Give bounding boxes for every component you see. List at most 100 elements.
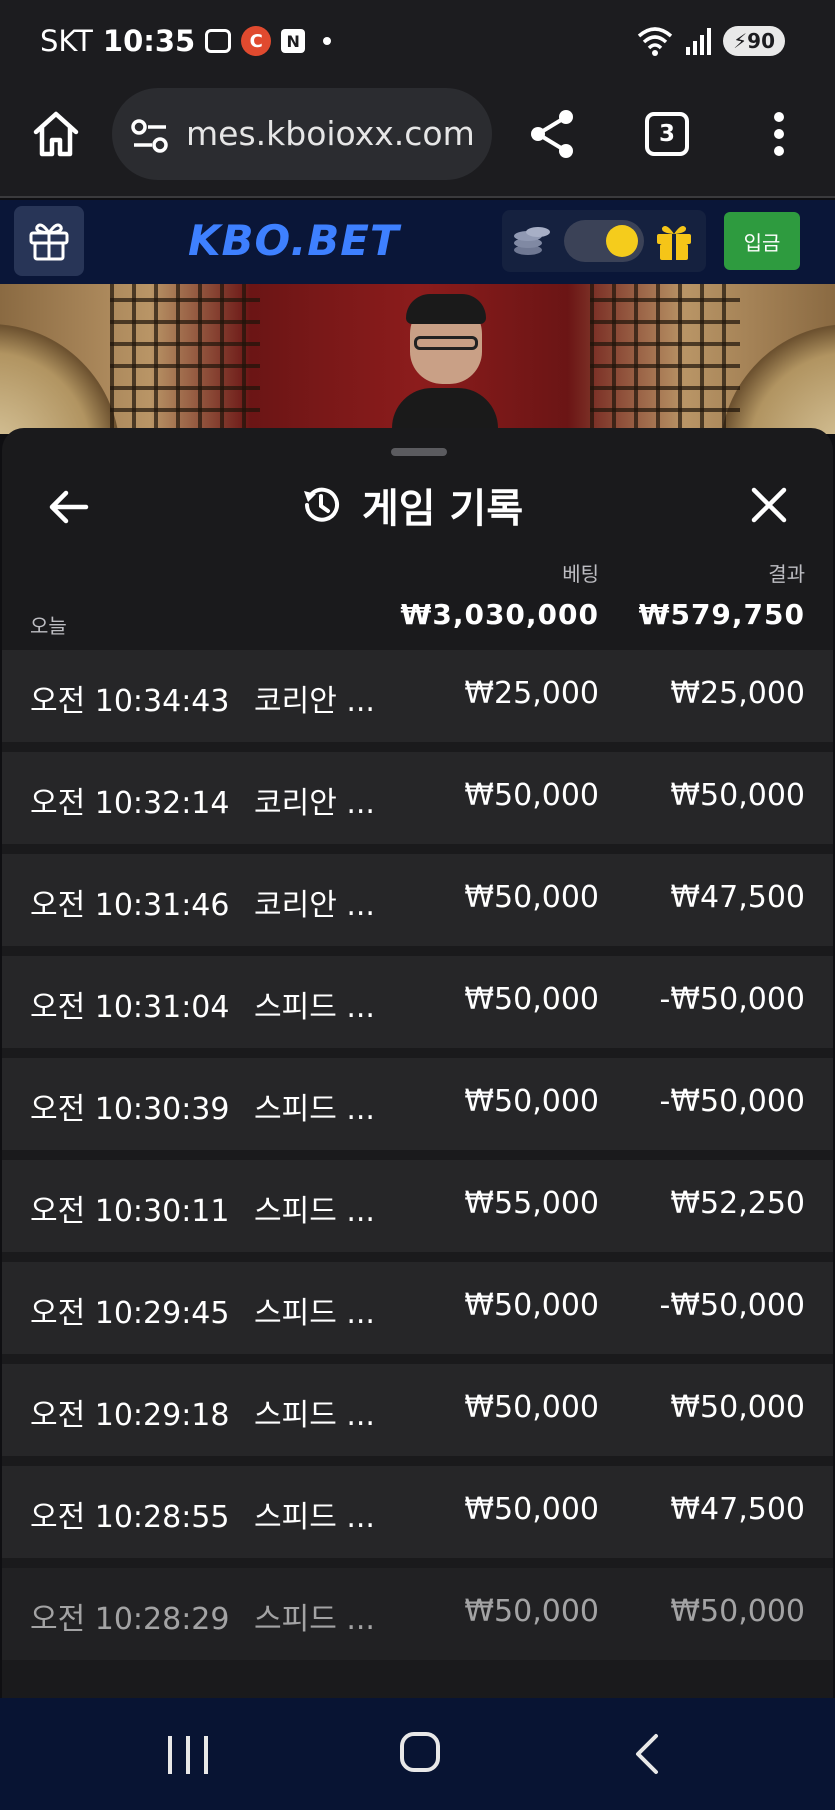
row-bet: ₩25,000 bbox=[464, 676, 599, 711]
row-result: ₩47,500 bbox=[670, 1492, 805, 1527]
more-notifications-dot bbox=[323, 37, 332, 45]
status-right: ⚡ 90 bbox=[635, 26, 785, 56]
battery-indicator: ⚡ 90 bbox=[723, 26, 785, 56]
row-bet: ₩50,000 bbox=[464, 778, 599, 813]
row-result: ₩25,000 bbox=[670, 676, 805, 711]
row-result: -₩50,000 bbox=[659, 982, 805, 1017]
history-list: 오전 10:34:43 코리안 ... ₩25,000 ₩25,000 오전 1… bbox=[2, 650, 833, 1670]
share-icon[interactable] bbox=[528, 108, 576, 160]
row-game: 코리안 ... bbox=[254, 786, 375, 821]
table-row[interactable]: 오전 10:29:18 스피드 ... ₩50,000 ₩50,000 bbox=[2, 1364, 833, 1456]
table-row[interactable]: 오전 10:30:39 스피드 ... ₩50,000 -₩50,000 bbox=[2, 1058, 833, 1150]
table-row[interactable]: 오전 10:34:43 코리안 ... ₩25,000 ₩25,000 bbox=[2, 650, 833, 742]
home-icon[interactable] bbox=[30, 108, 82, 160]
row-result: -₩50,000 bbox=[659, 1084, 805, 1119]
header-tools bbox=[502, 210, 706, 272]
carrier-label: SKT bbox=[40, 24, 93, 58]
row-bet: ₩50,000 bbox=[464, 1594, 599, 1629]
row-game: 코리안 ... bbox=[254, 684, 375, 719]
row-game: 스피드 ... bbox=[254, 990, 375, 1025]
table-row[interactable]: 오전 10:32:14 코리안 ... ₩50,000 ₩50,000 bbox=[2, 752, 833, 844]
address-bar[interactable]: mes.kboioxx.com bbox=[112, 88, 492, 180]
status-time: 10:35 bbox=[102, 24, 196, 58]
row-game: 스피드 ... bbox=[254, 1398, 375, 1433]
total-result: ₩579,750 bbox=[638, 598, 805, 631]
theme-toggle-icon bbox=[606, 225, 638, 257]
nav-home-icon[interactable] bbox=[400, 1732, 440, 1772]
promotions-button[interactable] bbox=[14, 206, 84, 276]
row-time: 오전 10:30:39 bbox=[30, 1092, 230, 1127]
row-time: 오전 10:31:46 bbox=[30, 888, 230, 923]
row-result: ₩47,500 bbox=[670, 880, 805, 915]
table-row[interactable]: 오전 10:28:29 스피드 ... ₩50,000 ₩50,000 bbox=[2, 1568, 833, 1660]
page-title: 게임 기록 bbox=[362, 486, 524, 532]
screenshot-icon bbox=[205, 29, 232, 53]
row-game: 스피드 ... bbox=[254, 1602, 375, 1637]
row-time: 오전 10:28:55 bbox=[30, 1500, 230, 1535]
table-row[interactable]: 오전 10:30:11 스피드 ... ₩55,000 ₩52,250 bbox=[2, 1160, 833, 1252]
row-bet: ₩50,000 bbox=[464, 1492, 599, 1527]
wifi-icon bbox=[637, 27, 673, 56]
video-background bbox=[590, 284, 740, 434]
table-row[interactable]: 오전 10:28:55 스피드 ... ₩50,000 ₩47,500 bbox=[2, 1466, 833, 1558]
result-column-header: 결과 bbox=[768, 562, 805, 586]
row-game: 스피드 ... bbox=[254, 1194, 375, 1229]
tab-switcher-button[interactable]: 3 bbox=[645, 112, 689, 156]
video-background bbox=[110, 284, 260, 434]
table-row[interactable]: 오전 10:29:45 스피드 ... ₩50,000 -₩50,000 bbox=[2, 1262, 833, 1354]
row-time: 오전 10:30:11 bbox=[30, 1194, 230, 1229]
theme-toggle[interactable] bbox=[564, 220, 644, 262]
row-bet: ₩50,000 bbox=[464, 1288, 599, 1323]
history-icon bbox=[304, 487, 339, 522]
row-game: 코리안 ... bbox=[254, 888, 375, 923]
row-result: ₩50,000 bbox=[670, 778, 805, 813]
bet-column-header: 베팅 bbox=[562, 562, 599, 586]
deposit-button[interactable]: 입금 bbox=[724, 212, 800, 270]
table-row[interactable]: 오전 10:31:04 스피드 ... ₩50,000 -₩50,000 bbox=[2, 956, 833, 1048]
row-time: 오전 10:28:29 bbox=[30, 1602, 230, 1637]
total-bet: ₩3,030,000 bbox=[400, 598, 599, 631]
table-row[interactable]: 오전 10:31:46 코리안 ... ₩50,000 ₩47,500 bbox=[2, 854, 833, 946]
row-game: 스피드 ... bbox=[254, 1296, 375, 1331]
site-header: KBO.BET 입금 bbox=[0, 200, 835, 284]
row-bet: ₩50,000 bbox=[464, 1084, 599, 1119]
row-time: 오전 10:32:14 bbox=[30, 786, 230, 821]
row-game: 스피드 ... bbox=[254, 1500, 375, 1535]
nav-back-icon[interactable] bbox=[632, 1732, 662, 1776]
game-history-panel: 게임 기록 베팅 결과 오늘 ₩3,030,000 ₩579,750 오전 10… bbox=[2, 428, 833, 1698]
close-icon[interactable] bbox=[746, 482, 792, 528]
status-bar: SKT 10:35 C N ⚡ 90 bbox=[0, 0, 835, 86]
c-notification-icon: C bbox=[241, 26, 272, 56]
row-bet: ₩50,000 bbox=[464, 982, 599, 1017]
row-result: -₩50,000 bbox=[659, 1288, 805, 1323]
row-time: 오전 10:34:43 bbox=[30, 684, 230, 719]
row-time: 오전 10:29:45 bbox=[30, 1296, 230, 1331]
date-group-label: 오늘 bbox=[30, 614, 67, 638]
row-bet: ₩55,000 bbox=[464, 1186, 599, 1221]
tune-icon[interactable] bbox=[130, 118, 170, 154]
gift-icon bbox=[29, 223, 69, 261]
dealer-image bbox=[392, 294, 498, 434]
nav-recent-icon[interactable] bbox=[168, 1736, 208, 1774]
signal-icon bbox=[686, 28, 712, 55]
row-result: ₩52,250 bbox=[670, 1186, 805, 1221]
row-result: ₩50,000 bbox=[670, 1390, 805, 1425]
site-logo[interactable]: KBO.BET bbox=[188, 216, 400, 265]
row-time: 오전 10:31:04 bbox=[30, 990, 230, 1025]
coins-icon[interactable] bbox=[512, 224, 552, 258]
drag-handle[interactable] bbox=[391, 448, 447, 456]
url-text: mes.kboioxx.com bbox=[186, 114, 475, 153]
back-arrow-icon[interactable] bbox=[46, 484, 92, 530]
more-vert-icon[interactable] bbox=[771, 112, 787, 156]
row-time: 오전 10:29:18 bbox=[30, 1398, 230, 1433]
row-game: 스피드 ... bbox=[254, 1092, 375, 1127]
row-result: ₩50,000 bbox=[670, 1594, 805, 1629]
status-left: SKT 10:35 C N bbox=[40, 24, 332, 58]
system-navigation-bar bbox=[0, 1698, 835, 1810]
live-video-feed bbox=[0, 284, 835, 434]
panel-header: 게임 기록 bbox=[298, 476, 523, 534]
row-bet: ₩50,000 bbox=[464, 1390, 599, 1425]
row-bet: ₩50,000 bbox=[464, 880, 599, 915]
battery-level: 90 bbox=[747, 29, 775, 53]
gift-icon[interactable] bbox=[654, 222, 694, 262]
